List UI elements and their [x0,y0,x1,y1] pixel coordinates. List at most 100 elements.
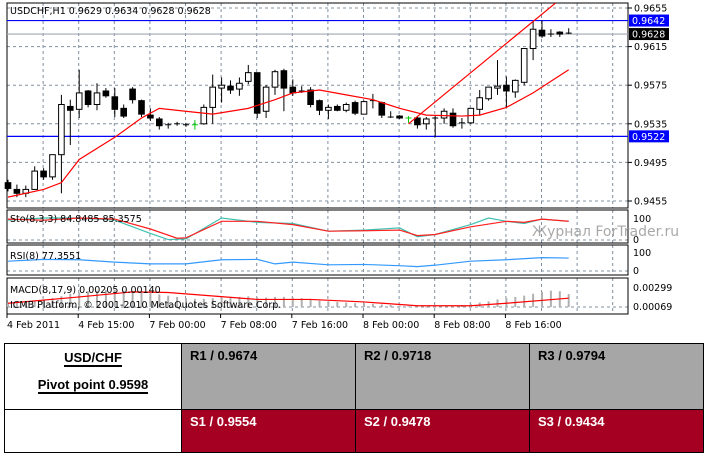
candle-body [316,100,323,111]
candle-body [520,48,528,83]
candle-body [253,72,261,114]
candle-body [494,85,501,89]
candle [503,76,510,109]
candle [369,93,376,109]
candle-body [262,86,270,112]
chart-header: USDCHF,H1 0.9629 0.9634 0.9628 0.9628 [10,6,211,17]
pair-title: USD/CHF [64,350,122,367]
candle [200,104,208,125]
candle-body [423,118,430,125]
candle-body [218,84,225,89]
candle [58,94,65,194]
price-tag-label: 0.9642 [632,16,665,27]
candle-body [13,188,21,194]
candle-body [227,85,234,91]
rsi-axis-100: 100 [633,248,651,259]
candle-body [102,90,110,97]
candle [67,99,74,146]
date-label: 8 Feb 08:00 [434,320,490,331]
candle-body [4,182,12,189]
macd-axis-top: 0.00299 [633,283,672,294]
candle [84,90,92,108]
candle-body [58,104,65,156]
candle-body [75,92,83,110]
candle [476,90,483,116]
candle-body [485,86,492,100]
candle [245,64,252,85]
candle [111,88,119,118]
candle [547,29,554,37]
watermark: Журнал ForTrader.ru [532,224,680,240]
candle [432,116,439,138]
candle-body [147,114,154,119]
candle [494,60,501,95]
candle [253,72,261,119]
candle-body [476,97,483,110]
r2-cell: R2 / 0.9718 [355,343,530,410]
candle-body [351,102,359,114]
candle-body [138,100,145,115]
date-label: 8 Feb 16:00 [505,320,561,331]
indicator-lines [7,2,570,308]
candle [485,86,492,101]
candle-body [129,88,136,101]
candle-body [236,82,243,90]
candle-body [31,170,38,190]
candle-body [280,70,288,89]
candle [102,88,110,98]
candle [271,69,279,95]
candle-body [93,92,101,105]
candle [334,104,341,112]
candle-body [512,79,519,93]
rsi-axis-0: 0 [633,266,639,277]
copyright-label: ICMB Platform, © 2001-2010 MetaQuotes So… [10,300,281,311]
candle [538,20,546,38]
pair-cell: USD/CHF Pivot point 0.9598 [4,343,182,410]
sto-label: Sto(8,3,3) 84.8485 85.3575 [10,214,142,225]
candle [93,83,101,111]
date-label: 7 Feb 16:00 [292,320,348,331]
candle-body [49,154,56,178]
candle [316,99,323,116]
candle [458,118,465,129]
s2-cell: S2 / 0.9478 [355,409,530,453]
axis-labels: 0.9655 0.9615 0.9575 0.9535 0.9495 0.9455 4 Fe… [6,4,667,331]
r1-cell: R1 / 0.9674 [181,343,356,410]
price-tag-label: 0.9522 [632,132,665,143]
candle-body [529,28,537,50]
candle [449,108,457,128]
candle-body [120,107,128,117]
price-label: 0.9495 [634,158,667,169]
candle-body [200,106,208,125]
s3-cell: S3 / 0.9434 [529,409,704,453]
candle-body [307,89,314,106]
rsi-line [7,256,569,268]
candle [227,80,234,94]
candles [4,20,572,198]
candle-body [271,71,279,88]
candle-body [378,102,386,116]
candle [129,87,136,104]
candle [342,102,350,113]
candle [280,68,288,112]
empty-cell [4,409,182,453]
candle [31,166,38,190]
candle [360,100,368,115]
macd-label: MACD(8,17,9) 0.00205 0.00140 [10,285,161,296]
candle [565,28,572,35]
candle [40,168,47,180]
chart-grid [7,3,628,314]
candle [512,79,519,98]
candle [209,74,216,124]
price-chart[interactable]: 0.9642 0.9628 0.9522 USDCHF,H1 0.9629 0.96… [0,0,708,340]
date-label: 7 Feb 00:00 [149,320,205,331]
candle [387,111,394,119]
pivot-point: Pivot point 0.9598 [37,377,149,394]
date-label: 4 Feb 2011 [7,320,60,331]
candle [120,104,128,119]
candle-body [334,105,341,111]
price-label: 0.9535 [634,119,667,130]
candle-body [289,86,297,94]
candle-body [111,96,119,110]
candle-body [342,104,350,111]
